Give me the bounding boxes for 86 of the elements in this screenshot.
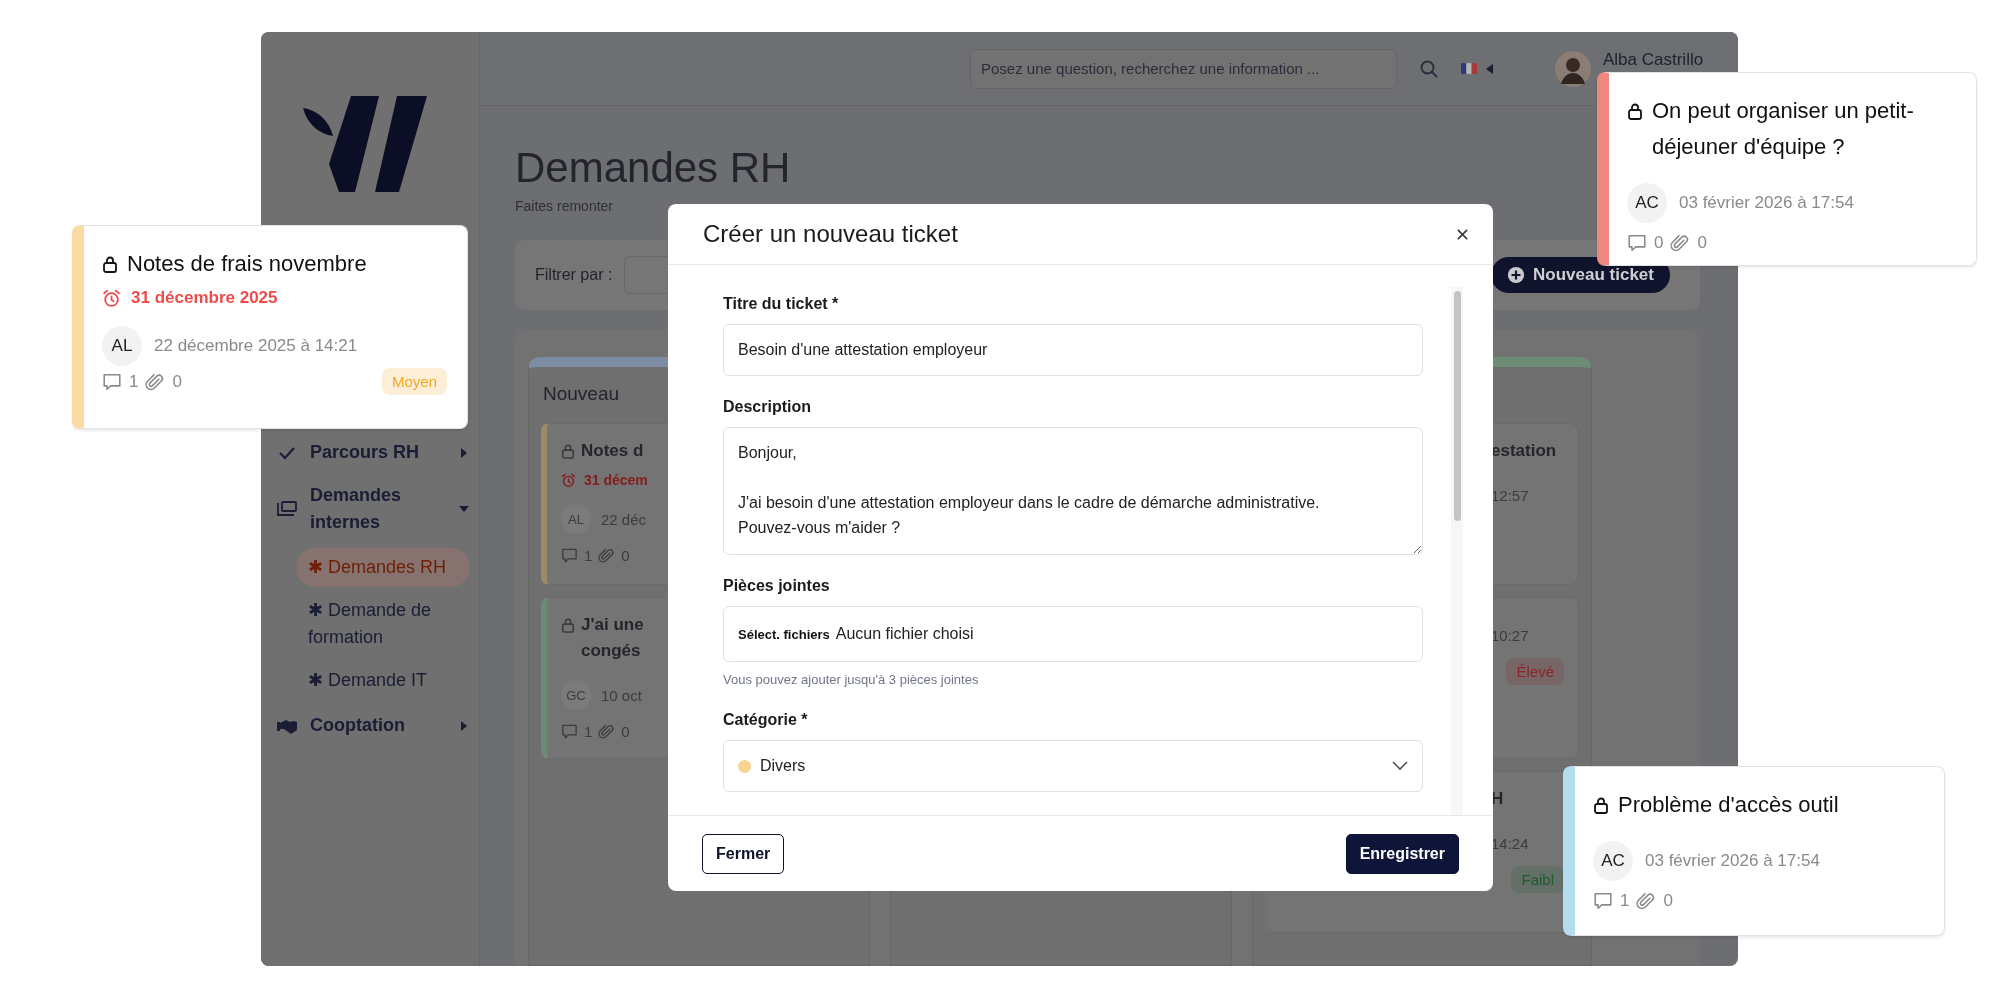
nav-label: Demandes internes [310,484,403,534]
file-field[interactable]: Sélect. fichiers Aucun fichier choisi [723,606,1423,662]
choose-files-button[interactable]: Sélect. fichiers [738,626,830,642]
field-label: Pièces jointes [723,577,831,595]
input-field[interactable]: Besoin d'une attestation employeur [723,324,1423,376]
ticket-date: 03 février 2026 à 17:54 [1645,851,1820,871]
avatar-initials: AL [102,326,142,366]
save-button[interactable]: Enregistrer [1345,833,1459,874]
ticket-date: 10 oct [601,686,642,704]
page-title: Demandes RH [515,144,791,192]
lock-icon [561,443,575,459]
due-date: 31 décem [584,472,648,488]
flag-icon[interactable] [1461,63,1477,74]
lock-icon [102,255,118,273]
ticket-title: Notes de frais novembre [127,250,367,278]
close-icon[interactable] [1456,227,1469,241]
page-subtitle: Faites remonter [515,198,614,214]
ticket-card[interactable]: On peut organiser un petit-déjeuner d'équipe ? AC 03 février 2026 à 17:54 0 0 [1597,72,1977,266]
ticket-title: Problème d'accès outil [1618,791,1839,819]
lock-icon [1593,796,1609,814]
close-button[interactable]: Fermer [702,833,785,874]
caret-icon[interactable] [1485,63,1493,74]
field-label: Description [723,398,812,416]
ticket-card[interactable]: Problème d'accès outil AC 03 février 2026 à 17:54 1 0 [1563,766,1945,936]
attachment-count: 0 [1663,891,1673,911]
paperclip-icon [145,371,166,392]
filter-label: Filtrer par : [535,266,613,284]
comment-count: 1 [584,546,593,564]
comment-icon [561,546,578,564]
alarm-clock-icon [561,472,576,488]
paperclip-icon [598,722,616,740]
comment-count: 1 [129,371,139,392]
comment-icon [102,371,122,392]
ticket-date: 12:57 [1491,486,1529,504]
user-name: Alba Castrillo [1603,50,1704,70]
lock-icon [1627,102,1643,120]
ticket-title: Notes d [581,440,644,462]
attachment-count: 0 [621,722,630,740]
nav-label: Cooptation [310,714,406,737]
select-field[interactable]: Divers [723,740,1423,792]
comment-icon [1627,233,1647,253]
paperclip-icon [1670,233,1691,253]
field-label: Titre du ticket * [723,295,840,313]
comment-count: 1 [1620,891,1630,911]
nav-label: Parcours RH [310,441,421,464]
chevron-icon [1392,761,1408,771]
ticket-date: 14:24 [1491,834,1529,852]
ticket-title: On peut organiser un petit-déjeuner d'équipe ? [1652,97,1915,161]
cards-icon [276,499,298,519]
attachment-count: 0 [621,546,630,564]
column-title: Nouveau [543,383,620,406]
comment-icon [1593,891,1613,911]
ticket-date: 22 décembre 2025 à 14:21 [154,336,358,356]
field-label: Catégorie * [723,711,809,729]
priority-badge: Moyen [381,368,447,395]
field-hint: Vous pouvez ajouter jusqu'à 3 pièces jointes [723,672,980,687]
avatar-initials: AC [1593,841,1633,881]
ticket-date: 10:27 [1491,626,1529,644]
scrollbar-thumb[interactable] [1453,291,1461,521]
comment-count: 1 [584,722,593,740]
avatar-icon[interactable] [1555,50,1591,87]
comment-count: 0 [1654,233,1664,253]
due-date: 31 décembre 2025 [131,288,278,308]
ticket-date: 22 déc [601,510,647,528]
modal-title: Créer un nouveau ticket [703,220,959,248]
paperclip-icon [1636,891,1657,911]
priority-badge: Élevé [1506,658,1564,685]
plus-circle-icon [1507,266,1526,284]
priority-badge: Faibl [1511,866,1564,893]
avatar-initials: GC [561,680,591,710]
comment-icon [561,722,578,740]
alarm-clock-icon [102,288,121,308]
lock-icon [561,617,575,633]
attachment-count: 0 [1697,233,1707,253]
ticket-card[interactable]: Notes de frais novembre 31 décembre 2025 AL 22 décembre 2025 à 14:21 1 0 Moyen [72,225,468,429]
textarea-field[interactable]: Bonjour, J'ai besoin d'une attestation employeur dans le cadre de démarche administrative. Pouvez-vous m'aider ? [723,427,1423,555]
avatar-initials: AL [561,504,591,534]
file-status: Aucun fichier choisi [835,625,974,643]
ticket-title: J'ai une congés [581,614,644,662]
search-field[interactable]: Posez une question, recherchez une information ... [970,48,1397,89]
attachment-count: 0 [172,371,182,392]
paperclip-icon [598,546,616,564]
ticket-date: 03 février 2026 à 17:54 [1679,193,1854,213]
ticket-title: estation [1491,440,1557,462]
avatar-initials: AC [1627,183,1667,223]
search-icon[interactable] [1419,58,1439,79]
